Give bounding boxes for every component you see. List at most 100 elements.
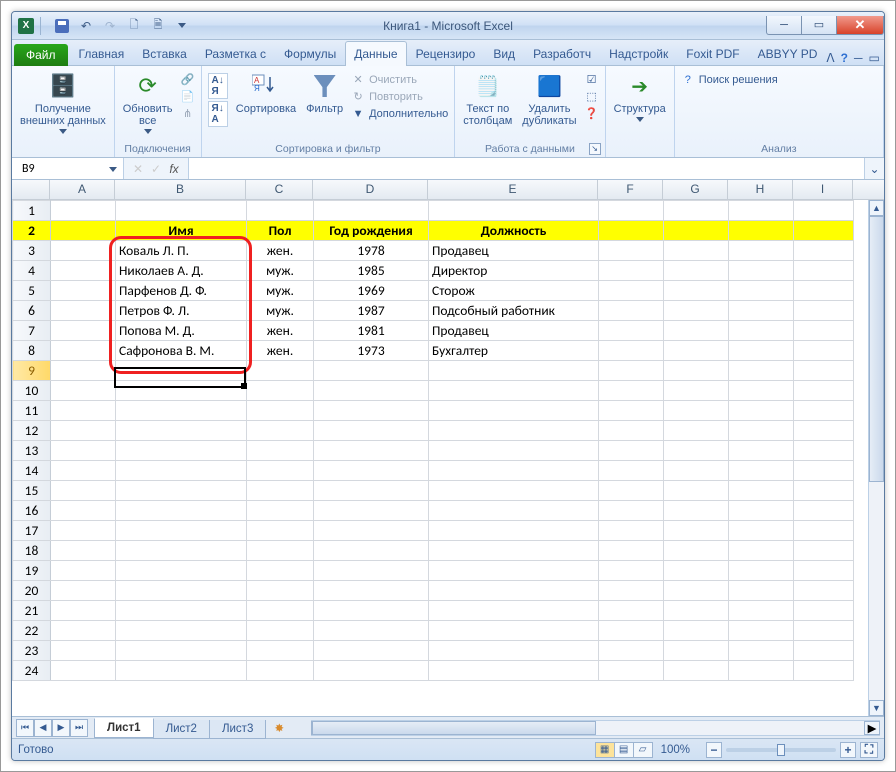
- cell[interactable]: [794, 581, 854, 601]
- cell[interactable]: [116, 361, 247, 381]
- cell[interactable]: [729, 481, 794, 501]
- cell[interactable]: [664, 561, 729, 581]
- cell[interactable]: [599, 301, 664, 321]
- row-header[interactable]: 10: [13, 381, 51, 401]
- cell[interactable]: [729, 421, 794, 441]
- cell[interactable]: [664, 661, 729, 681]
- sheet-nav-first[interactable]: ⏮: [16, 719, 34, 737]
- cell[interactable]: [51, 241, 116, 261]
- cell[interactable]: Пол: [247, 221, 314, 241]
- cell[interactable]: [116, 461, 247, 481]
- cell[interactable]: [599, 321, 664, 341]
- cell[interactable]: [794, 481, 854, 501]
- cell[interactable]: [314, 621, 429, 641]
- cell[interactable]: 1973: [314, 341, 429, 361]
- doc-minimize[interactable]: ─: [854, 51, 863, 65]
- cell[interactable]: [116, 441, 247, 461]
- cell[interactable]: [794, 221, 854, 241]
- cell[interactable]: [116, 501, 247, 521]
- cell[interactable]: [599, 361, 664, 381]
- cell[interactable]: [599, 481, 664, 501]
- cell[interactable]: [599, 401, 664, 421]
- tab-формулы[interactable]: Формулы: [275, 41, 345, 66]
- cell[interactable]: [51, 541, 116, 561]
- cell[interactable]: [429, 621, 599, 641]
- cell[interactable]: [429, 661, 599, 681]
- zoom-fit-button[interactable]: ⛶: [860, 742, 878, 758]
- properties-mini[interactable]: 📄: [181, 90, 195, 104]
- cell[interactable]: [247, 521, 314, 541]
- cell[interactable]: [116, 201, 247, 221]
- cell[interactable]: [51, 361, 116, 381]
- cell[interactable]: [314, 661, 429, 681]
- tab-file[interactable]: Файл: [14, 44, 68, 66]
- cell[interactable]: [247, 581, 314, 601]
- sheet-nav-prev[interactable]: ◀: [34, 719, 52, 737]
- cell[interactable]: [664, 541, 729, 561]
- hscroll-thumb[interactable]: [312, 721, 595, 735]
- cell[interactable]: [116, 401, 247, 421]
- cell[interactable]: [729, 461, 794, 481]
- cell[interactable]: [664, 361, 729, 381]
- cell[interactable]: [794, 261, 854, 281]
- consolidate[interactable]: ⬚: [585, 90, 599, 104]
- cell[interactable]: [429, 481, 599, 501]
- row-header[interactable]: 9: [13, 361, 51, 381]
- advanced-filter[interactable]: ▼Дополнительно: [351, 107, 448, 121]
- cell[interactable]: [794, 321, 854, 341]
- col-header-D[interactable]: D: [313, 180, 428, 199]
- row-header[interactable]: 7: [13, 321, 51, 341]
- cell[interactable]: Подсобный работник: [429, 301, 599, 321]
- cell[interactable]: [51, 221, 116, 241]
- cell[interactable]: [429, 441, 599, 461]
- cell[interactable]: [429, 581, 599, 601]
- cell[interactable]: [429, 461, 599, 481]
- cell[interactable]: [664, 461, 729, 481]
- formula-input[interactable]: [188, 158, 864, 179]
- external-data-button[interactable]: 🗄️ Получение внешних данных: [18, 69, 108, 136]
- cell[interactable]: [664, 201, 729, 221]
- row-header[interactable]: 14: [13, 461, 51, 481]
- cell[interactable]: [314, 461, 429, 481]
- tab-вид[interactable]: Вид: [484, 41, 524, 66]
- cell[interactable]: [51, 201, 116, 221]
- scroll-up-button[interactable]: ▲: [869, 200, 884, 216]
- cell[interactable]: [794, 521, 854, 541]
- doc-restore[interactable]: ▭: [868, 51, 879, 65]
- cell[interactable]: [794, 601, 854, 621]
- cell[interactable]: [794, 501, 854, 521]
- cell[interactable]: [314, 381, 429, 401]
- tab-разметка с[interactable]: Разметка с: [196, 41, 275, 66]
- cell[interactable]: [729, 621, 794, 641]
- cell[interactable]: [794, 241, 854, 261]
- cell[interactable]: [429, 521, 599, 541]
- cell[interactable]: [664, 641, 729, 661]
- cell[interactable]: Петров Ф. Л.: [116, 301, 247, 321]
- cell[interactable]: Николаев А. Д.: [116, 261, 247, 281]
- cell[interactable]: [247, 541, 314, 561]
- cell[interactable]: [729, 541, 794, 561]
- cell[interactable]: [314, 601, 429, 621]
- cell[interactable]: [429, 421, 599, 441]
- cell[interactable]: [794, 441, 854, 461]
- col-header-C[interactable]: C: [246, 180, 313, 199]
- row-header[interactable]: 19: [13, 561, 51, 581]
- cell[interactable]: [247, 381, 314, 401]
- cell[interactable]: [51, 341, 116, 361]
- tab-надстройк[interactable]: Надстройк: [600, 41, 677, 66]
- edit-links-mini[interactable]: ⋔: [181, 107, 195, 121]
- cell[interactable]: [729, 281, 794, 301]
- cell[interactable]: [429, 361, 599, 381]
- cell[interactable]: [794, 381, 854, 401]
- cell[interactable]: [664, 521, 729, 541]
- qat-btn-4[interactable]: 🗋: [124, 16, 144, 36]
- cell[interactable]: [247, 501, 314, 521]
- cell[interactable]: [794, 621, 854, 641]
- cell[interactable]: [599, 461, 664, 481]
- sheet-nav-last[interactable]: ⏭: [70, 719, 88, 737]
- cell[interactable]: [51, 641, 116, 661]
- cell[interactable]: жен.: [247, 321, 314, 341]
- cell[interactable]: [794, 401, 854, 421]
- qat-undo[interactable]: ↶: [76, 16, 96, 36]
- cell[interactable]: [599, 381, 664, 401]
